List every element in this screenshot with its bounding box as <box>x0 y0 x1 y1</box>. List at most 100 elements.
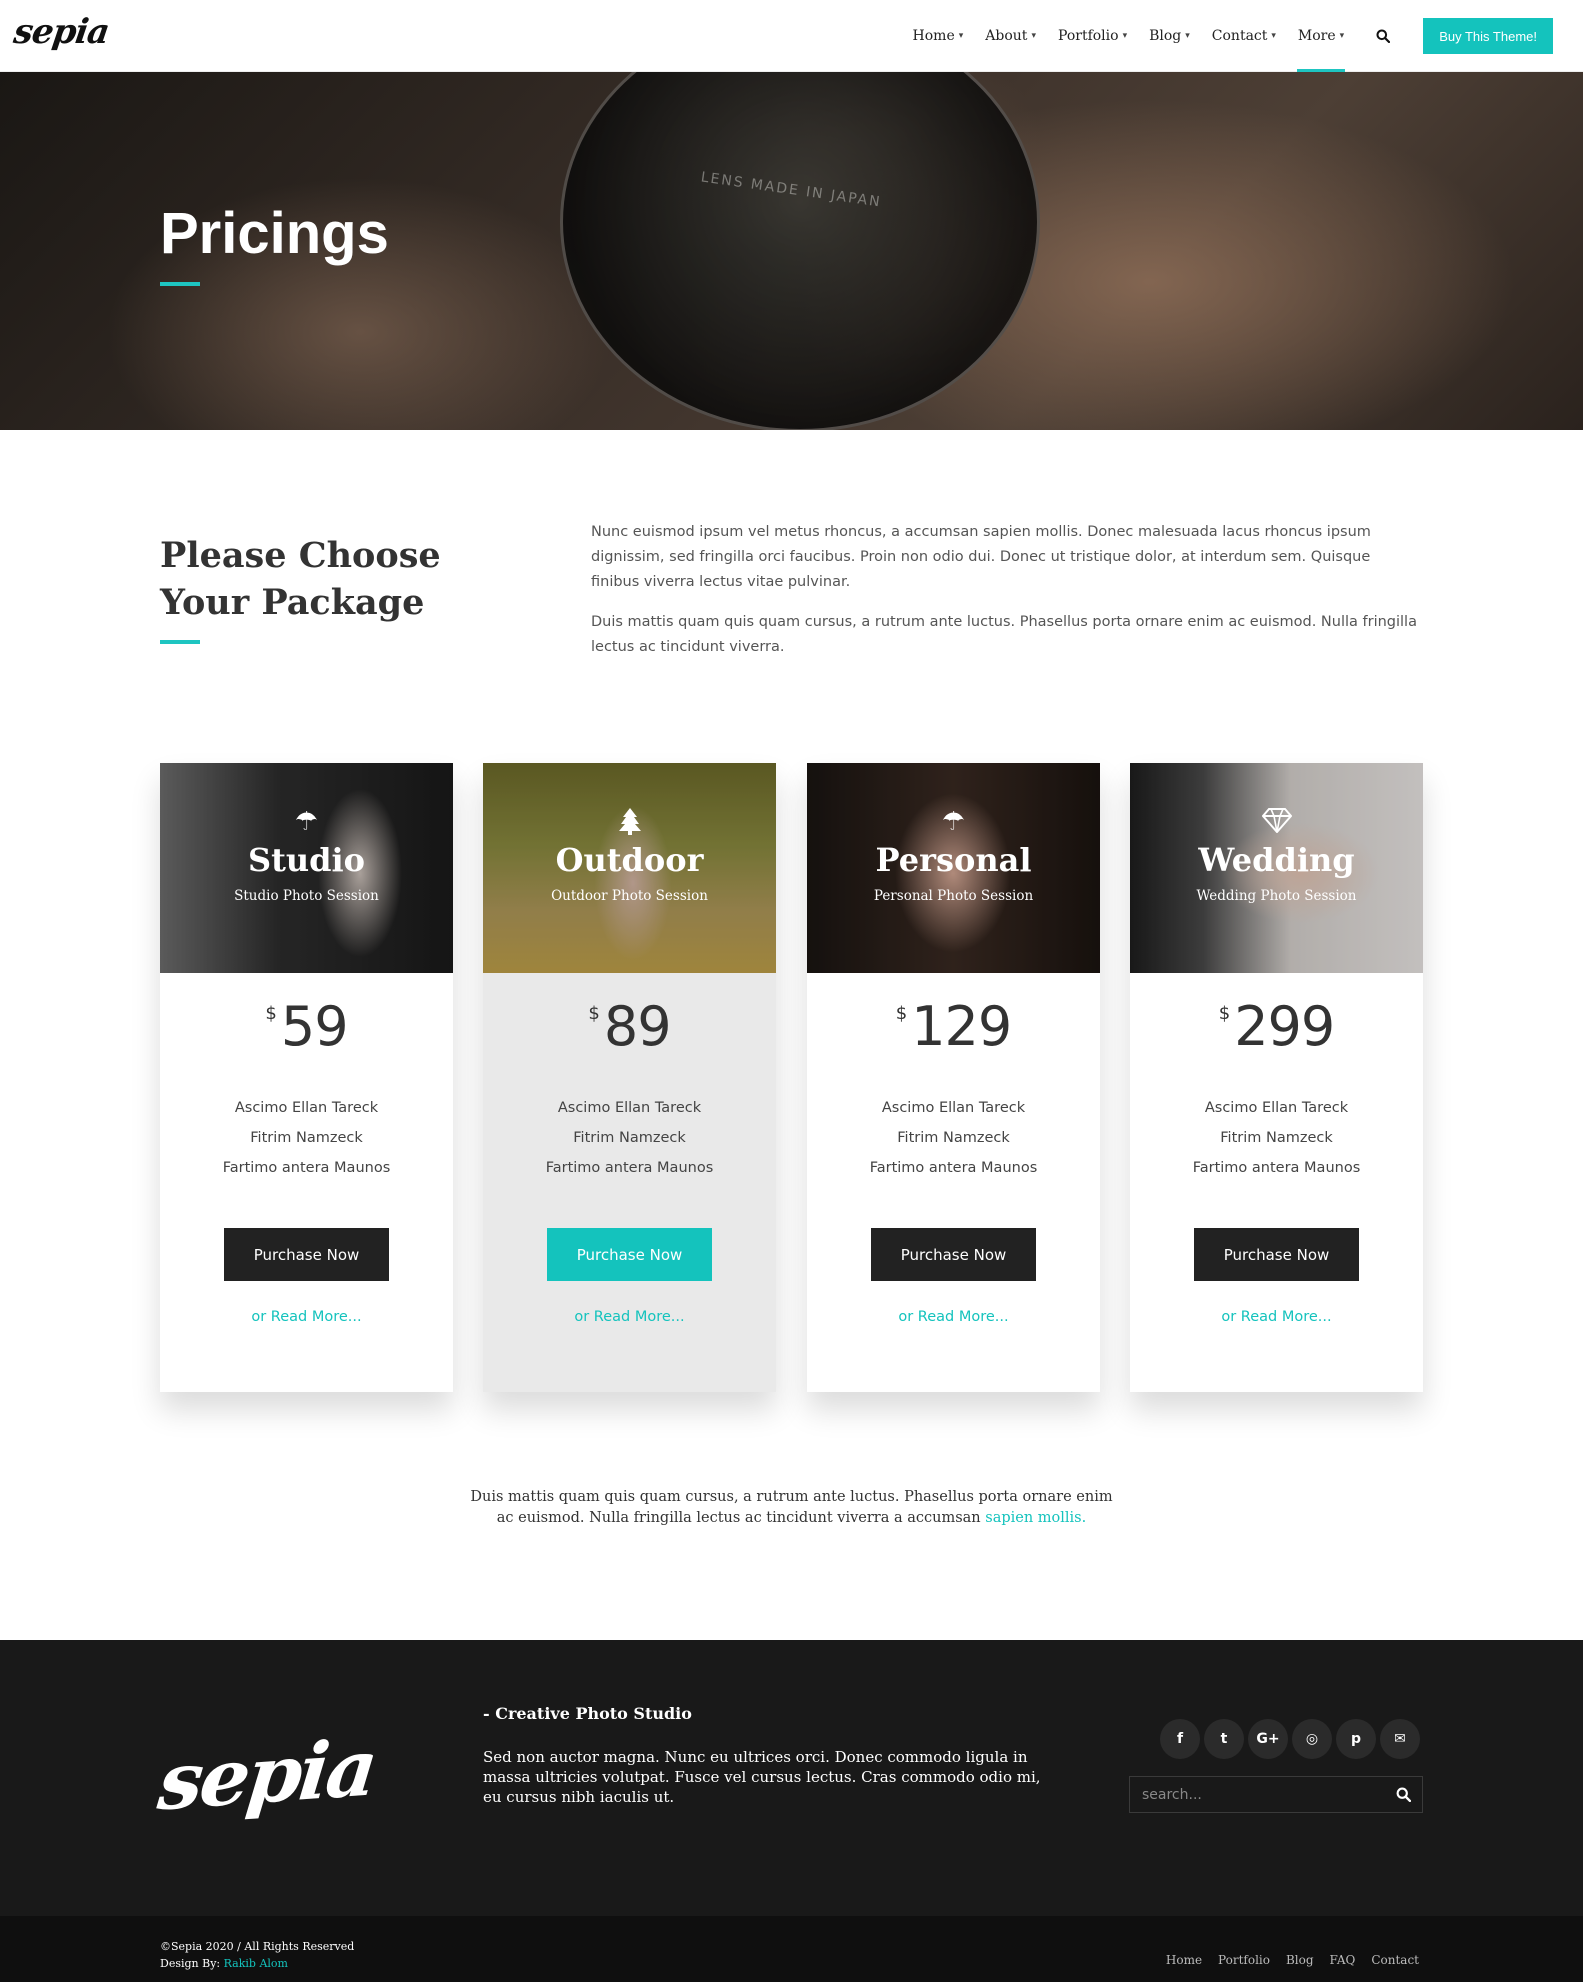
feature-list: Ascimo Ellan Tareck Fitrim Namzeck Farti… <box>807 1093 1100 1183</box>
currency-symbol: $ <box>265 1003 277 1024</box>
purchase-now-button[interactable]: Purchase Now <box>224 1228 389 1281</box>
plan-name: Wedding <box>1198 841 1355 879</box>
copyright-text: ©Sepia 2020 / All Rights Reserved <box>160 1940 355 1953</box>
nav-label: Home <box>912 28 955 44</box>
nav-label: Contact <box>1211 28 1268 44</box>
feature-item: Fitrim Namzeck <box>897 1130 1010 1146</box>
intro-text: Nunc euismod ipsum vel metus rhoncus, a … <box>591 520 1423 675</box>
feature-item: Fartimo antera Maunos <box>1192 1160 1361 1176</box>
page-title: Pricings <box>160 201 389 266</box>
chevron-down-icon: ▾ <box>1339 31 1345 41</box>
feature-item: Fitrim Namzeck <box>250 1130 363 1146</box>
currency-symbol: $ <box>895 1003 908 1024</box>
nav-item-contact[interactable]: Contact ▾ <box>1201 0 1287 72</box>
plan-name: Personal <box>875 841 1032 879</box>
nav-item-more[interactable]: More ▾ <box>1287 0 1355 72</box>
card-image: ☂ Personal Personal Photo Session <box>807 763 1100 973</box>
main-nav: Home ▾ About ▾ Portfolio ▾ Blog ▾ Contact ▾ M… <box>902 0 1553 72</box>
plan-price: $59 <box>160 995 453 1058</box>
intro-paragraph: Duis mattis quam quis quam cursus, a rut… <box>591 614 1417 655</box>
feature-item: Fitrim Namzeck <box>1220 1130 1333 1146</box>
card-image: Outdoor Outdoor Photo Session <box>483 763 776 973</box>
copyright: ©Sepia 2020 / All Rights Reserved Design… <box>160 1938 354 1972</box>
card-image: Wedding Wedding Photo Session <box>1130 763 1423 973</box>
purchase-now-button[interactable]: Purchase Now <box>547 1228 712 1281</box>
price-amount: 129 <box>911 995 1012 1058</box>
search-icon[interactable] <box>1384 1787 1422 1802</box>
plan-price: $129 <box>807 995 1100 1058</box>
plan-subtitle: Personal Photo Session <box>873 888 1034 904</box>
tree-icon <box>483 807 776 842</box>
design-credit: Design By: Rakib Alom <box>160 1955 354 1972</box>
nav-label: Blog <box>1149 28 1182 44</box>
purchase-now-button[interactable]: Purchase Now <box>1194 1228 1359 1281</box>
section-title-underline <box>160 640 200 644</box>
nav-label: About <box>985 28 1028 44</box>
price-amount: 299 <box>1234 995 1335 1058</box>
footer-search-input[interactable] <box>1130 1786 1384 1803</box>
title-underline <box>160 282 200 286</box>
footer-link-contact[interactable]: Contact <box>1371 1953 1419 1967</box>
feature-item: Ascimo Ellan Tareck <box>881 1100 1026 1116</box>
card-image: ☂ Studio Studio Photo Session <box>160 763 453 973</box>
plan-name: Outdoor <box>555 841 704 879</box>
footer-links: Home Portfolio Blog FAQ Contact <box>1150 1953 1419 1967</box>
hero-background-image <box>560 72 1040 430</box>
google-plus-icon[interactable]: G+ <box>1248 1719 1288 1759</box>
diamond-icon <box>1130 807 1423 840</box>
site-logo[interactable]: sepia <box>11 12 111 58</box>
footer-link-faq[interactable]: FAQ <box>1330 1953 1356 1967</box>
plan-subtitle: Studio Photo Session <box>234 888 379 904</box>
feature-list: Ascimo Ellan Tareck Fitrim Namzeck Farti… <box>483 1093 776 1183</box>
feature-item: Fartimo antera Maunos <box>869 1160 1038 1176</box>
nav-item-about[interactable]: About ▾ <box>974 0 1047 72</box>
intro-paragraph: Nunc euismod ipsum vel metus rhoncus, a … <box>591 524 1371 590</box>
pinterest-icon[interactable]: p <box>1336 1719 1376 1759</box>
feature-item: Ascimo Ellan Tareck <box>1204 1100 1349 1116</box>
designer-link[interactable]: Rakib Alom <box>224 1957 288 1970</box>
sub-footer: ©Sepia 2020 / All Rights Reserved Design… <box>0 1916 1583 1982</box>
design-credit-label: Design By: <box>160 1957 224 1970</box>
chevron-down-icon: ▾ <box>1185 31 1190 41</box>
read-more-link[interactable]: or Read More... <box>1130 1309 1423 1325</box>
feature-list: Ascimo Ellan Tareck Fitrim Namzeck Farti… <box>1130 1093 1423 1183</box>
section-title: Please Choose Your Package <box>160 535 441 623</box>
currency-symbol: $ <box>588 1003 600 1024</box>
nav-item-home[interactable]: Home ▾ <box>902 0 975 72</box>
read-more-link[interactable]: or Read More... <box>160 1309 453 1325</box>
price-amount: 89 <box>603 995 672 1058</box>
purchase-now-button[interactable]: Purchase Now <box>871 1228 1036 1281</box>
envelope-icon[interactable]: ✉ <box>1380 1719 1420 1759</box>
nav-item-portfolio[interactable]: Portfolio ▾ <box>1047 0 1138 72</box>
pricing-note-link[interactable]: sapien mollis. <box>985 1510 1086 1526</box>
logo-text: sepia <box>11 12 112 52</box>
nav-label: Portfolio <box>1057 28 1119 44</box>
chevron-down-icon: ▾ <box>1271 31 1276 41</box>
feature-item: Fitrim Namzeck <box>573 1130 686 1146</box>
nav-item-blog[interactable]: Blog ▾ <box>1138 0 1201 72</box>
footer-link-blog[interactable]: Blog <box>1286 1953 1314 1967</box>
buy-theme-button[interactable]: Buy This Theme! <box>1423 18 1553 54</box>
search-icon[interactable] <box>1365 0 1401 72</box>
footer-search-box <box>1129 1776 1423 1813</box>
social-links: f t G+ ◎ p ✉ <box>1160 1719 1420 1759</box>
facebook-icon[interactable]: f <box>1160 1719 1200 1759</box>
footer-link-home[interactable]: Home <box>1166 1953 1202 1967</box>
footer-link-portfolio[interactable]: Portfolio <box>1218 1953 1270 1967</box>
plan-price: $89 <box>483 995 776 1058</box>
read-more-link[interactable]: or Read More... <box>807 1309 1100 1325</box>
site-header: sepia Home ▾ About ▾ Portfolio ▾ Blog ▾ Cont… <box>0 0 1583 72</box>
site-footer: sepia - Creative Photo Studio Sed non au… <box>0 1640 1583 1916</box>
instagram-icon[interactable]: ◎ <box>1292 1719 1332 1759</box>
plan-name: Studio <box>247 841 366 879</box>
plan-price: $299 <box>1130 995 1423 1058</box>
feature-item: Fartimo antera Maunos <box>222 1160 391 1176</box>
twitter-icon[interactable]: t <box>1204 1719 1244 1759</box>
footer-description: Sed non auctor magna. Nunc eu ultrices o… <box>483 1748 1041 1806</box>
feature-item: Ascimo Ellan Tareck <box>234 1100 379 1116</box>
footer-logo[interactable]: sepia <box>154 1723 379 1829</box>
plan-subtitle: Outdoor Photo Session <box>551 888 708 904</box>
feature-list: Ascimo Ellan Tareck Fitrim Namzeck Farti… <box>160 1093 453 1183</box>
pricing-card-wedding: Wedding Wedding Photo Session $299 Ascim… <box>1130 763 1423 1392</box>
read-more-link[interactable]: or Read More... <box>483 1309 776 1325</box>
